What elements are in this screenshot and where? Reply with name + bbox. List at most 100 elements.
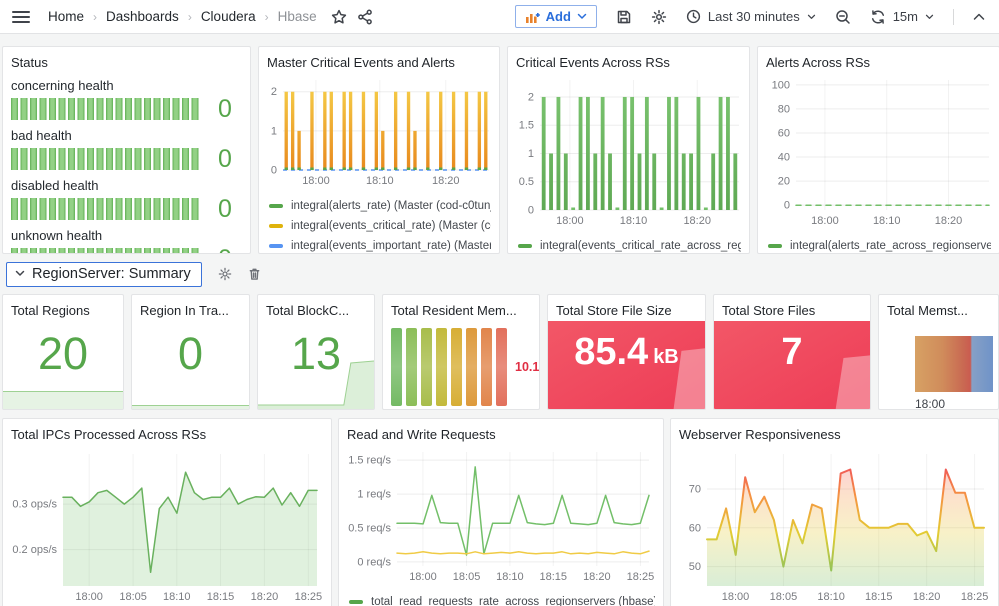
svg-text:18:05: 18:05 — [770, 591, 798, 603]
svg-text:18:10: 18:10 — [817, 591, 845, 603]
svg-text:100: 100 — [772, 79, 790, 91]
panel-webserver-responsiveness: Webserver Responsiveness 50607018:0018:0… — [670, 418, 999, 606]
gauge-label: concerning health — [11, 77, 242, 94]
heatmap-gradient-swatch — [915, 336, 993, 392]
bar-gauge — [391, 328, 507, 406]
svg-text:18:05: 18:05 — [453, 571, 481, 583]
legend-item[interactable]: integral(alerts_rate) (Master (cod-c0tun… — [269, 196, 491, 216]
svg-text:20: 20 — [778, 176, 790, 188]
bar-gauge — [11, 98, 200, 120]
chart-legend: integral(alerts_rate_across_regionserver… — [766, 233, 991, 254]
area-chart[interactable]: 50607018:0018:0518:1018:1518:2018:25 — [679, 444, 992, 604]
panel-title[interactable]: Read and Write Requests — [347, 425, 655, 444]
svg-text:18:00: 18:00 — [409, 571, 437, 583]
svg-text:0: 0 — [528, 205, 534, 217]
bar-gauge-segment — [496, 328, 507, 406]
refresh-interval-label: 15m — [893, 9, 918, 24]
panel-title[interactable]: Alerts Across RSs — [766, 53, 991, 72]
breadcrumb-dashboards[interactable]: Dashboards — [106, 9, 179, 24]
svg-text:18:00: 18:00 — [556, 215, 584, 227]
line-chart[interactable]: 0 req/s0.5 req/s1 req/s1.5 req/s18:0018:… — [347, 444, 657, 584]
legend-item[interactable]: integral(events_critical_rate) (Master (… — [269, 216, 491, 236]
panel-title[interactable]: Critical Events Across RSs — [516, 53, 741, 72]
toolbar-divider — [953, 9, 954, 25]
svg-text:0 req/s: 0 req/s — [357, 556, 391, 568]
svg-text:18:20: 18:20 — [683, 215, 711, 227]
legend-item[interactable]: integral(alerts_rate_across_regionserver… — [768, 236, 991, 254]
line-chart[interactable]: 02040608010018:0018:1018:20 — [766, 72, 993, 228]
chart-legend: total_read_requests_rate_across_regionse… — [347, 589, 655, 606]
panel-title[interactable]: Master Critical Events and Alerts — [267, 53, 491, 72]
svg-text:1 req/s: 1 req/s — [357, 489, 391, 501]
legend-item[interactable]: integral(events_critical_rate_across_reg… — [518, 236, 741, 254]
legend-swatch-icon — [349, 600, 363, 604]
svg-text:1.5: 1.5 — [519, 120, 534, 132]
bar-gauge — [11, 248, 200, 254]
svg-text:18:25: 18:25 — [295, 591, 323, 603]
svg-text:1: 1 — [528, 148, 534, 160]
refresh-picker[interactable]: 15m — [870, 9, 934, 25]
bar-chart[interactable]: 00.511.5218:0018:1018:20 — [516, 72, 743, 228]
bar-gauge-segment — [406, 328, 417, 406]
legend-swatch-icon — [768, 244, 782, 248]
svg-text:18:20: 18:20 — [935, 215, 963, 227]
add-button[interactable]: Add — [515, 5, 597, 28]
legend-item[interactable]: integral(events_important_rate) (Master … — [269, 236, 491, 254]
panel-title[interactable]: Status — [11, 53, 242, 72]
row-title-button[interactable]: RegionServer: Summary — [6, 262, 202, 287]
panel-title[interactable]: Total Memst... — [887, 301, 990, 320]
bar-gauge-segment — [481, 328, 492, 406]
legend-item[interactable]: total_read_requests_rate_across_regionse… — [349, 592, 655, 606]
panel-title[interactable]: Total BlockC... — [266, 301, 366, 320]
stat-panel-total-store-files: Total Store Files 7 — [713, 294, 871, 410]
panel-status: Status concerning health 0 bad health 0 … — [2, 46, 251, 254]
panel-title[interactable]: Total IPCs Processed Across RSs — [11, 425, 323, 444]
bar-chart[interactable]: 01218:0018:1018:20 — [267, 72, 493, 188]
svg-text:18:20: 18:20 — [583, 571, 611, 583]
area-chart[interactable]: 0.3 ops/s0.2 ops/s18:0018:0518:1018:1518… — [11, 444, 325, 604]
svg-text:18:10: 18:10 — [873, 215, 901, 227]
svg-text:1: 1 — [271, 125, 277, 137]
dashboard-settings-gear-icon[interactable] — [651, 9, 667, 25]
svg-text:0.5 req/s: 0.5 req/s — [348, 523, 391, 535]
row-settings-gear-icon[interactable] — [218, 267, 232, 281]
svg-text:0.5: 0.5 — [519, 176, 534, 188]
gauge-label: disabled health — [11, 177, 242, 194]
bar-gauge-segment — [436, 328, 447, 406]
panel-title[interactable]: Total Resident Mem... — [391, 301, 531, 320]
svg-text:18:00: 18:00 — [302, 175, 330, 187]
stat-panel-total-blockcache: Total BlockC... 13 — [257, 294, 375, 410]
legend-label: integral(events_important_rate) (Master … — [291, 240, 491, 252]
favorite-star-icon[interactable] — [331, 9, 347, 25]
bar-gauge-segment — [391, 328, 402, 406]
panel-title[interactable]: Total Regions — [11, 301, 115, 320]
gauge-label: bad health — [11, 127, 242, 144]
nav-toolbar: Add Last 30 minutes 15m — [515, 5, 985, 28]
breadcrumb-home[interactable]: Home — [48, 9, 84, 24]
menu-icon[interactable] — [12, 10, 30, 24]
svg-text:2: 2 — [528, 91, 534, 103]
row-delete-trash-icon[interactable] — [248, 267, 261, 281]
panel-title[interactable]: Webserver Responsiveness — [679, 425, 990, 444]
zoom-out-icon[interactable] — [835, 9, 851, 25]
chart-legend: integral(alerts_rate) (Master (cod-c0tun… — [267, 193, 491, 254]
stat-panel-regions-in-transition: Region In Tra... 0 — [131, 294, 250, 410]
save-icon[interactable] — [616, 9, 632, 25]
panel-title[interactable]: Region In Tra... — [140, 301, 241, 320]
bar-gauge-segment — [451, 328, 462, 406]
time-range-picker[interactable]: Last 30 minutes — [686, 9, 816, 24]
svg-text:18:10: 18:10 — [163, 591, 191, 603]
svg-text:18:10: 18:10 — [366, 175, 394, 187]
svg-text:18:25: 18:25 — [961, 591, 989, 603]
gauge-value: 0 — [208, 96, 242, 122]
share-icon[interactable] — [357, 9, 373, 25]
bar-gauge-segment — [466, 328, 477, 406]
svg-text:0.3 ops/s: 0.3 ops/s — [12, 499, 57, 511]
svg-text:18:20: 18:20 — [913, 591, 941, 603]
gauge-label: unknown health — [11, 227, 242, 244]
collapse-toolbar-chevron-icon[interactable] — [973, 13, 985, 21]
svg-text:18:05: 18:05 — [119, 591, 147, 603]
breadcrumb-cloudera[interactable]: Cloudera — [201, 9, 256, 24]
stat-panel-total-store-file-size: Total Store File Size 85.4kB — [547, 294, 706, 410]
panel-read-write-requests: Read and Write Requests 0 req/s 0.5 req/s… — [338, 418, 664, 606]
